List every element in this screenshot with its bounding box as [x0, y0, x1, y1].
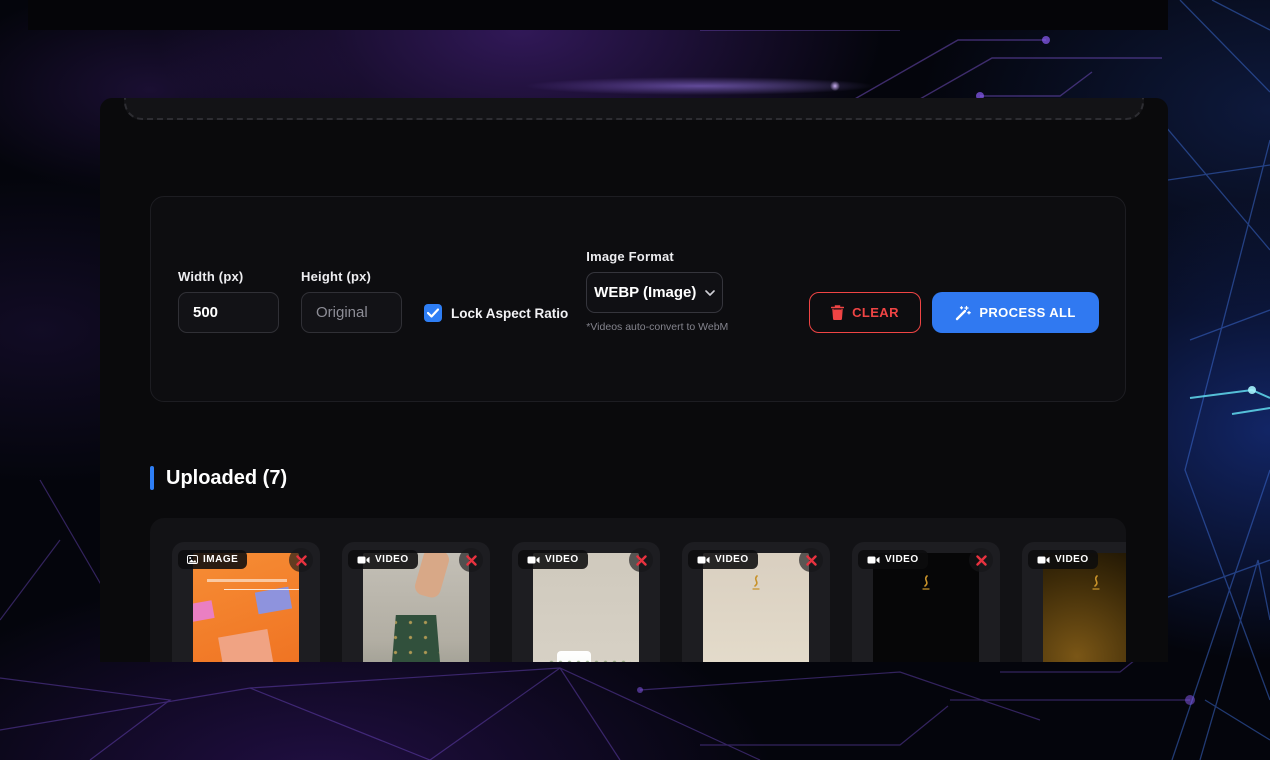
- uploaded-item-card: VIDEO: [342, 542, 490, 662]
- brand-logo-icon: [1089, 575, 1103, 598]
- height-input[interactable]: [301, 292, 402, 333]
- settings-card: Width (px) Height (px) Lock Aspect Ratio…: [150, 196, 1126, 402]
- video-icon: [697, 556, 710, 564]
- brand-logo-icon: [919, 575, 933, 598]
- thumbnail-preview: [193, 553, 299, 662]
- media-type-badge: VIDEO: [1028, 550, 1098, 569]
- format-label: Image Format: [586, 249, 728, 264]
- width-input[interactable]: [178, 292, 279, 333]
- thumbnail-preview: [873, 553, 979, 662]
- remove-item-button[interactable]: [969, 548, 993, 572]
- close-icon: [466, 555, 477, 566]
- trash-icon: [831, 305, 844, 320]
- close-icon: [296, 555, 307, 566]
- heading-accent-bar: [150, 466, 154, 490]
- badge-label: VIDEO: [715, 554, 749, 565]
- brand-logo-icon: [749, 575, 763, 598]
- video-icon: [527, 556, 540, 564]
- video-icon: [867, 556, 880, 564]
- thumbnail-row: IMAGE VIDEO: [150, 518, 1126, 662]
- uploaded-item-card: VIDEO: [682, 542, 830, 662]
- remove-item-button[interactable]: [289, 548, 313, 572]
- uploaded-items-panel: IMAGE VIDEO: [150, 518, 1126, 662]
- image-icon: [187, 555, 198, 564]
- width-label: Width (px): [178, 269, 279, 284]
- badge-label: VIDEO: [885, 554, 919, 565]
- video-icon: [357, 556, 370, 564]
- clear-button-label: CLEAR: [852, 305, 899, 320]
- format-field-group: Image Format WEBP (Image) *Videos auto-c…: [586, 249, 728, 333]
- uploaded-item-card: VIDEO: [852, 542, 1000, 662]
- clear-button[interactable]: CLEAR: [809, 292, 921, 333]
- remove-item-button[interactable]: [799, 548, 823, 572]
- media-type-badge: VIDEO: [688, 550, 758, 569]
- height-label: Height (px): [301, 269, 402, 284]
- format-note: *Videos auto-convert to WebM: [586, 321, 728, 333]
- media-type-badge: VIDEO: [348, 550, 418, 569]
- process-all-button[interactable]: PROCESS ALL: [932, 292, 1099, 333]
- thumbnail-preview: [533, 553, 639, 662]
- badge-label: VIDEO: [375, 554, 409, 565]
- uploaded-item-card: VIDEO: [512, 542, 660, 662]
- uploaded-heading: Uploaded (7): [150, 466, 287, 490]
- video-icon: [1037, 556, 1050, 564]
- close-icon: [806, 555, 817, 566]
- badge-label: VIDEO: [1055, 554, 1089, 565]
- format-select[interactable]: WEBP (Image): [586, 272, 723, 313]
- width-field-group: Width (px): [178, 269, 279, 333]
- action-buttons: CLEAR PROCESS ALL: [809, 292, 1099, 333]
- magic-wand-icon: [955, 305, 971, 321]
- window-top-strip: [28, 0, 1168, 30]
- media-type-badge: VIDEO: [518, 550, 588, 569]
- chevron-down-icon: [705, 290, 715, 296]
- uploaded-item-card: VIDEO: [1022, 542, 1126, 662]
- thumbnail-preview: [703, 553, 809, 662]
- lock-aspect-label: Lock Aspect Ratio: [451, 306, 568, 321]
- uploaded-title: Uploaded (7): [166, 467, 287, 490]
- checkmark-icon: [427, 308, 439, 318]
- app-panel: Width (px) Height (px) Lock Aspect Ratio…: [100, 98, 1168, 662]
- upload-dropzone[interactable]: [124, 98, 1144, 120]
- close-icon: [636, 555, 647, 566]
- lock-aspect-group: Lock Aspect Ratio: [424, 304, 568, 322]
- height-field-group: Height (px): [301, 269, 402, 333]
- badge-label: VIDEO: [545, 554, 579, 565]
- uploaded-item-card: IMAGE: [172, 542, 320, 662]
- remove-item-button[interactable]: [629, 548, 653, 572]
- thumbnail-preview: [1043, 553, 1126, 662]
- media-type-badge: IMAGE: [178, 550, 247, 569]
- badge-label: IMAGE: [203, 554, 238, 565]
- process-all-button-label: PROCESS ALL: [979, 305, 1075, 320]
- thumbnail-preview: [363, 553, 469, 662]
- remove-item-button[interactable]: [459, 548, 483, 572]
- lock-aspect-checkbox[interactable]: [424, 304, 442, 322]
- media-type-badge: VIDEO: [858, 550, 928, 569]
- format-selected-value: WEBP (Image): [594, 284, 696, 301]
- close-icon: [976, 555, 987, 566]
